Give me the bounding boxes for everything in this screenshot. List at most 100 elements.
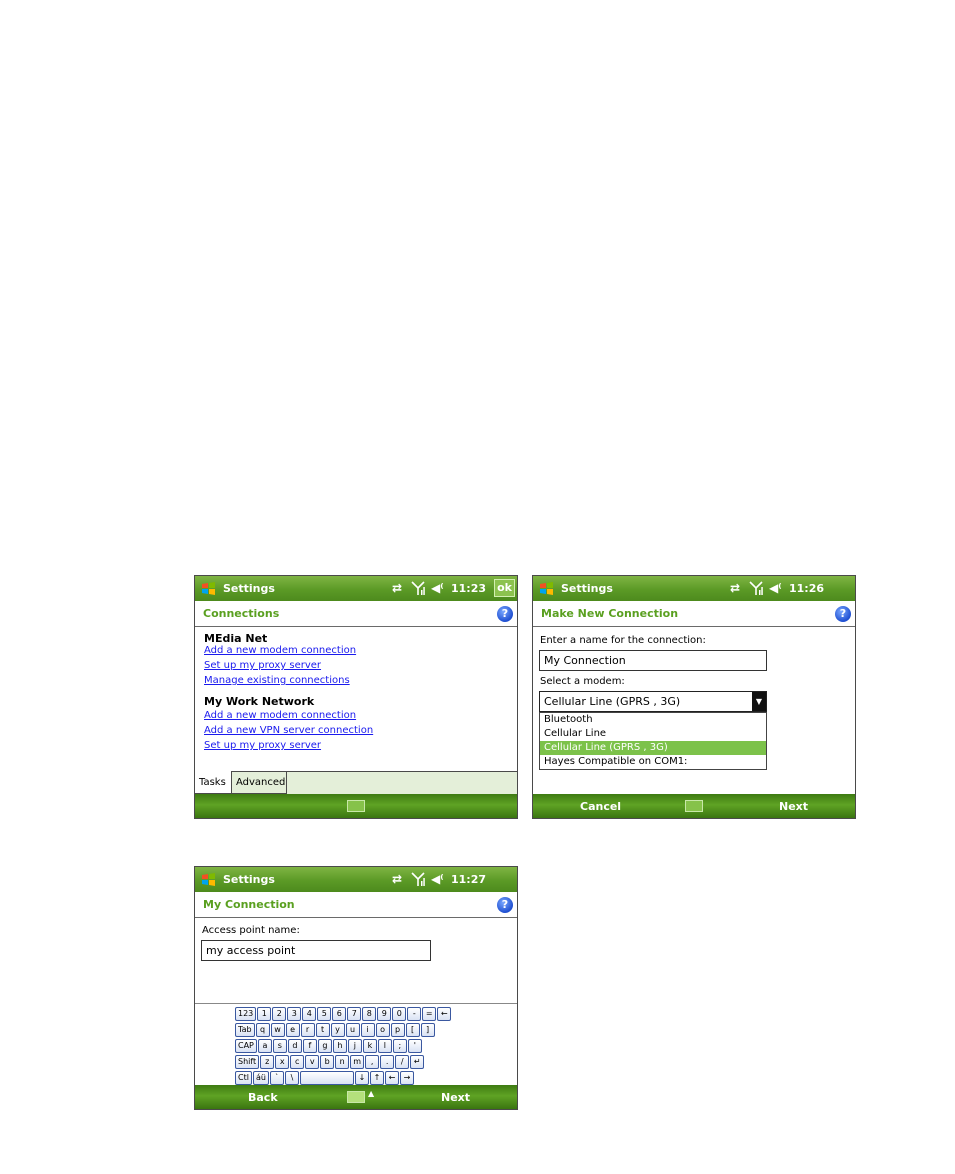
- keyboard-key[interactable]: p: [390, 1023, 405, 1037]
- windows-flag-icon[interactable]: [200, 580, 217, 597]
- keyboard-key[interactable]: [: [405, 1023, 420, 1037]
- keyboard-key[interactable]: m: [350, 1055, 365, 1069]
- keyboard-key[interactable]: CAP: [235, 1039, 257, 1053]
- link-add-modem-connection[interactable]: Add a new modem connection: [204, 645, 356, 656]
- keyboard-key[interactable]: g: [317, 1039, 332, 1053]
- keyboard-key[interactable]: 3: [287, 1007, 302, 1021]
- keyboard-key[interactable]: \: [284, 1071, 299, 1085]
- keyboard-key[interactable]: n: [335, 1055, 350, 1069]
- keyboard-key[interactable]: 7: [347, 1007, 362, 1021]
- keyboard-key[interactable]: e: [285, 1023, 300, 1037]
- keyboard-key[interactable]: ,: [365, 1055, 380, 1069]
- keyboard-key[interactable]: q: [255, 1023, 270, 1037]
- keyboard-key[interactable]: x: [275, 1055, 290, 1069]
- keyboard-key[interactable]: /: [395, 1055, 410, 1069]
- sync-arrows-icon[interactable]: ⇄: [392, 872, 402, 886]
- keyboard-key[interactable]: 1: [257, 1007, 272, 1021]
- clock[interactable]: 11:23: [451, 582, 486, 595]
- keyboard-key[interactable]: r: [300, 1023, 315, 1037]
- keyboard-key[interactable]: 2: [272, 1007, 287, 1021]
- keyboard-key[interactable]: ↓: [354, 1071, 369, 1085]
- keyboard-key[interactable]: 4: [302, 1007, 317, 1021]
- keyboard-key[interactable]: ;: [392, 1039, 407, 1053]
- keyboard-icon[interactable]: [685, 800, 703, 812]
- keyboard-key[interactable]: Ctl: [235, 1071, 252, 1085]
- keyboard-key[interactable]: c: [290, 1055, 305, 1069]
- keyboard-key[interactable]: ←: [384, 1071, 399, 1085]
- cancel-button[interactable]: Cancel: [580, 800, 621, 813]
- keyboard-key[interactable]: ↵: [410, 1055, 425, 1069]
- keyboard-key[interactable]: y: [330, 1023, 345, 1037]
- keyboard-key[interactable]: 0: [392, 1007, 407, 1021]
- sync-arrows-icon[interactable]: ⇄: [392, 581, 402, 595]
- apn-input[interactable]: my access point: [201, 940, 431, 961]
- link-setup-proxy[interactable]: Set up my proxy server: [204, 740, 321, 751]
- help-icon[interactable]: ?: [835, 606, 851, 622]
- keyboard-key[interactable]: ↑: [369, 1071, 384, 1085]
- keyboard-key[interactable]: Tab: [235, 1023, 255, 1037]
- next-button[interactable]: Next: [779, 800, 808, 813]
- modem-option-hayes-com1[interactable]: Hayes Compatible on COM1:: [540, 755, 766, 769]
- signal-icon[interactable]: [411, 871, 425, 887]
- keyboard-key[interactable]: 8: [362, 1007, 377, 1021]
- volume-icon[interactable]: ◀⁽: [431, 872, 444, 886]
- windows-flag-icon[interactable]: [538, 580, 555, 597]
- signal-icon[interactable]: [411, 580, 425, 596]
- keyboard-key[interactable]: Shift: [235, 1055, 260, 1069]
- link-add-vpn-connection[interactable]: Add a new VPN server connection: [204, 725, 373, 736]
- keyboard-key[interactable]: →: [399, 1071, 414, 1085]
- keyboard-key[interactable]: =: [422, 1007, 437, 1021]
- keyboard-key[interactable]: -: [407, 1007, 422, 1021]
- clock[interactable]: 11:26: [789, 582, 824, 595]
- keyboard-key[interactable]: l: [377, 1039, 392, 1053]
- modem-option-bluetooth[interactable]: Bluetooth: [540, 713, 766, 727]
- link-setup-proxy[interactable]: Set up my proxy server: [204, 660, 321, 671]
- link-manage-connections[interactable]: Manage existing connections: [204, 675, 350, 686]
- space-key[interactable]: [299, 1071, 354, 1085]
- keyboard-key[interactable]: 123: [235, 1007, 257, 1021]
- ok-button[interactable]: ok: [494, 579, 515, 597]
- keyboard-icon[interactable]: [347, 800, 365, 812]
- keyboard-key[interactable]: `: [269, 1071, 284, 1085]
- keyboard-key[interactable]: áü: [252, 1071, 269, 1085]
- keyboard-icon[interactable]: [347, 1091, 365, 1103]
- keyboard-key[interactable]: b: [320, 1055, 335, 1069]
- keyboard-key[interactable]: ←: [437, 1007, 452, 1021]
- keyboard-key[interactable]: 9: [377, 1007, 392, 1021]
- sync-arrows-icon[interactable]: ⇄: [730, 581, 740, 595]
- keyboard-key[interactable]: d: [287, 1039, 302, 1053]
- keyboard-key[interactable]: u: [345, 1023, 360, 1037]
- keyboard-key[interactable]: f: [302, 1039, 317, 1053]
- keyboard-key[interactable]: 5: [317, 1007, 332, 1021]
- keyboard-key[interactable]: .: [380, 1055, 395, 1069]
- volume-icon[interactable]: ◀⁽: [431, 581, 444, 595]
- keyboard-key[interactable]: w: [270, 1023, 285, 1037]
- help-icon[interactable]: ?: [497, 897, 513, 913]
- caret-up-icon[interactable]: ▲: [368, 1089, 374, 1098]
- signal-icon[interactable]: [749, 580, 763, 596]
- keyboard-key[interactable]: 6: [332, 1007, 347, 1021]
- keyboard-key[interactable]: z: [260, 1055, 275, 1069]
- chevron-down-icon[interactable]: ▼: [752, 692, 766, 711]
- keyboard-key[interactable]: v: [305, 1055, 320, 1069]
- help-icon[interactable]: ?: [497, 606, 513, 622]
- next-button[interactable]: Next: [441, 1091, 470, 1104]
- keyboard-key[interactable]: t: [315, 1023, 330, 1037]
- keyboard-key[interactable]: ': [407, 1039, 422, 1053]
- tab-advanced[interactable]: Advanced: [231, 771, 287, 794]
- modem-option-cellular-gprs-3g[interactable]: Cellular Line (GPRS , 3G): [540, 741, 766, 755]
- volume-icon[interactable]: ◀⁽: [769, 581, 782, 595]
- keyboard-key[interactable]: ]: [420, 1023, 435, 1037]
- clock[interactable]: 11:27: [451, 873, 486, 886]
- windows-flag-icon[interactable]: [200, 871, 217, 888]
- modem-select[interactable]: Cellular Line (GPRS , 3G) ▼: [539, 691, 767, 712]
- modem-option-cellular-line[interactable]: Cellular Line: [540, 727, 766, 741]
- keyboard-key[interactable]: h: [332, 1039, 347, 1053]
- keyboard-key[interactable]: o: [375, 1023, 390, 1037]
- connection-name-input[interactable]: My Connection: [539, 650, 767, 671]
- keyboard-key[interactable]: s: [272, 1039, 287, 1053]
- keyboard-key[interactable]: j: [347, 1039, 362, 1053]
- tab-tasks[interactable]: Tasks: [195, 771, 232, 794]
- keyboard-key[interactable]: a: [257, 1039, 272, 1053]
- keyboard-key[interactable]: k: [362, 1039, 377, 1053]
